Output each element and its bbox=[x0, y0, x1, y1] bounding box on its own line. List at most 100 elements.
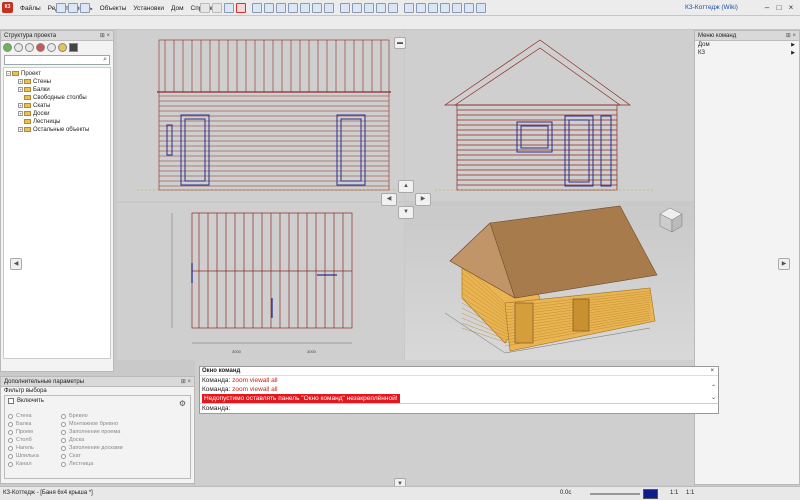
status-scale: 1:1 bbox=[670, 490, 679, 496]
menu-objects[interactable]: Объекты bbox=[100, 5, 127, 12]
command-menu-item[interactable]: КЗ ▶ bbox=[695, 49, 799, 57]
save-icon[interactable] bbox=[80, 3, 90, 13]
project-search-input[interactable]: ⌕ bbox=[4, 55, 110, 65]
filter-option[interactable]: Балка bbox=[8, 420, 39, 428]
filter-boards-icon[interactable] bbox=[47, 43, 56, 52]
expand-icon[interactable]: + bbox=[18, 126, 23, 132]
layout-icon[interactable] bbox=[312, 3, 322, 13]
snap-icon[interactable] bbox=[404, 3, 414, 13]
search-icon[interactable]: ⌕ bbox=[103, 56, 107, 64]
enable-filter-checkbox[interactable]: Включить bbox=[5, 396, 190, 406]
menu-files[interactable]: Файлы bbox=[20, 5, 41, 12]
undo-icon[interactable] bbox=[200, 3, 210, 13]
expand-icon[interactable]: + bbox=[18, 78, 23, 84]
floor-plan-viewport[interactable]: 3000 3000 bbox=[117, 203, 404, 360]
filter-option[interactable]: Бревно bbox=[61, 412, 123, 420]
filter-option[interactable]: Лестница bbox=[61, 460, 123, 468]
pan-icon[interactable] bbox=[376, 3, 386, 13]
new-file-icon[interactable] bbox=[56, 3, 66, 13]
color-swatch[interactable] bbox=[643, 489, 658, 499]
expand-right-icon[interactable]: ▶ bbox=[778, 258, 790, 270]
filter-option[interactable]: Нагель bbox=[8, 444, 39, 452]
view-cube-icon[interactable] bbox=[659, 207, 683, 233]
select-icon[interactable] bbox=[224, 3, 234, 13]
measure-icon[interactable] bbox=[416, 3, 426, 13]
view-iso-icon[interactable] bbox=[300, 3, 310, 13]
grid-icon[interactable] bbox=[324, 3, 334, 13]
tree-item-beams[interactable]: + Балки bbox=[6, 86, 108, 94]
tree-item-walls[interactable]: + Стены bbox=[6, 78, 108, 86]
tree-root[interactable]: − Проект bbox=[6, 70, 108, 78]
render-icon[interactable] bbox=[440, 3, 450, 13]
export-icon[interactable] bbox=[464, 3, 474, 13]
command-window-title: Окно команд × bbox=[200, 367, 718, 376]
filter-beams-icon[interactable] bbox=[14, 43, 23, 52]
close-icon[interactable]: × bbox=[710, 367, 714, 376]
project-tools bbox=[1, 41, 113, 54]
light-icon[interactable] bbox=[452, 3, 462, 13]
3d-viewport[interactable] bbox=[405, 203, 694, 360]
location-icon[interactable] bbox=[58, 43, 67, 52]
expand-icon[interactable]: + bbox=[18, 110, 23, 116]
filter-option[interactable]: Заполнение проема bbox=[61, 428, 123, 436]
expand-icon[interactable]: + bbox=[18, 102, 23, 108]
collapse-icon[interactable]: − bbox=[6, 70, 11, 76]
tree-item-posts[interactable]: Свободные столбы bbox=[6, 94, 108, 102]
checkbox[interactable] bbox=[8, 398, 14, 404]
filter-option[interactable]: Столб bbox=[8, 436, 39, 444]
menu-settings[interactable]: Установки bbox=[133, 5, 164, 12]
zoom-all-icon[interactable] bbox=[364, 3, 374, 13]
rotate-icon[interactable] bbox=[388, 3, 398, 13]
scroll-arrows[interactable]: ⌃ ⌄ bbox=[711, 383, 716, 403]
nav-right-icon[interactable]: ▶ bbox=[415, 193, 431, 206]
filter-option[interactable]: Монтажное бревно bbox=[61, 420, 123, 428]
open-file-icon[interactable] bbox=[68, 3, 78, 13]
nav-down-icon[interactable]: ▼ bbox=[398, 206, 414, 219]
zoom-slider[interactable] bbox=[590, 493, 640, 495]
pin-close-icon[interactable]: ⊞ × bbox=[100, 31, 110, 41]
side-elevation-viewport[interactable] bbox=[405, 30, 694, 201]
front-elevation-viewport[interactable] bbox=[117, 30, 404, 201]
view-side-icon[interactable] bbox=[264, 3, 274, 13]
close-icon[interactable]: × bbox=[785, 2, 797, 13]
view-front-icon[interactable] bbox=[252, 3, 262, 13]
filter-option[interactable]: Стена bbox=[8, 412, 39, 420]
pin-close-icon[interactable]: ⊞ × bbox=[786, 31, 796, 41]
maximize-icon[interactable]: □ bbox=[773, 2, 785, 13]
command-menu-item[interactable]: Дом ▶ bbox=[695, 41, 799, 49]
tree-item-slopes[interactable]: + Скаты bbox=[6, 102, 108, 110]
filter-posts-icon[interactable] bbox=[25, 43, 34, 52]
additional-params-panel: Дополнительные параметры ⊞ × Фильтр выбо… bbox=[0, 376, 195, 484]
minimize-icon[interactable]: – bbox=[761, 2, 773, 13]
tree-item-boards[interactable]: + Доски bbox=[6, 110, 108, 118]
filter-option[interactable]: Доска bbox=[61, 436, 123, 444]
print-icon[interactable] bbox=[476, 3, 486, 13]
filter-option[interactable]: Заполнение досками bbox=[61, 444, 123, 452]
expand-left-icon[interactable]: ◀ bbox=[10, 258, 22, 270]
zoom-out-icon[interactable] bbox=[352, 3, 362, 13]
redo-icon[interactable] bbox=[212, 3, 222, 13]
filter-roof-icon[interactable] bbox=[36, 43, 45, 52]
view-top-icon[interactable] bbox=[276, 3, 286, 13]
view-3d-icon[interactable] bbox=[288, 3, 298, 13]
filter-walls-icon[interactable] bbox=[3, 43, 12, 52]
collapse-top-icon[interactable]: ▬ bbox=[394, 37, 406, 49]
layer-icon[interactable] bbox=[428, 3, 438, 13]
filter-option[interactable]: Шпилька bbox=[8, 452, 39, 460]
funnel-icon[interactable] bbox=[69, 43, 78, 52]
filter-option[interactable]: Скат bbox=[61, 452, 123, 460]
command-input[interactable]: Команда: bbox=[200, 403, 718, 413]
menu-house[interactable]: Дом bbox=[171, 5, 184, 12]
tree-item-other[interactable]: + Остальные объекты bbox=[6, 126, 108, 134]
zoom-in-icon[interactable] bbox=[340, 3, 350, 13]
filter-option[interactable]: Канал bbox=[8, 460, 39, 468]
delete-icon[interactable] bbox=[236, 3, 246, 13]
pin-close-icon[interactable]: ⊞ × bbox=[181, 377, 191, 387]
filter-option[interactable]: Проем bbox=[8, 428, 39, 436]
gear-icon[interactable]: ⚙ bbox=[179, 399, 186, 408]
nav-left-icon[interactable]: ◀ bbox=[381, 193, 397, 206]
tree-item-stairs[interactable]: Лестницы bbox=[6, 118, 108, 126]
window-controls: – □ × bbox=[761, 2, 797, 13]
expand-icon[interactable]: + bbox=[18, 86, 23, 92]
nav-up-icon[interactable]: ▲ bbox=[398, 180, 414, 193]
